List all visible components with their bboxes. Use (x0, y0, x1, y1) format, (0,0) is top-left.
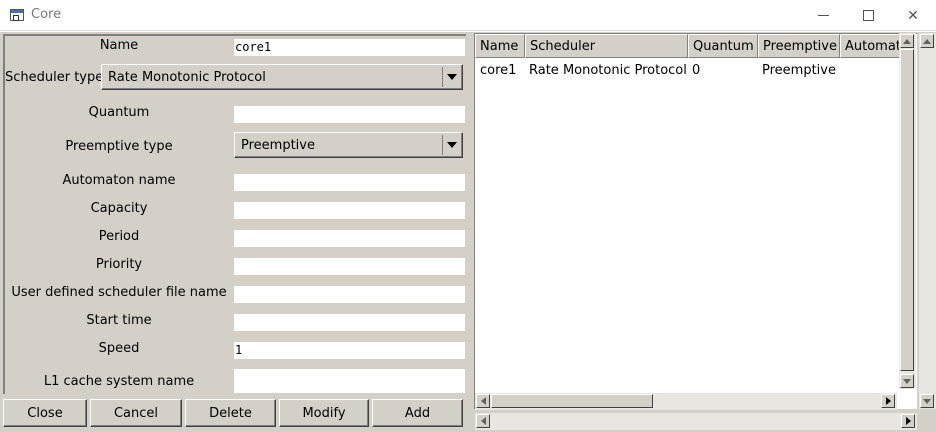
arrow-down-icon (923, 398, 931, 404)
start-time-input[interactable] (234, 314, 465, 331)
scroll-up-button[interactable] (900, 34, 914, 48)
cell-preemptive: Preemptive (762, 63, 836, 78)
chevron-down-icon (446, 142, 457, 148)
arrow-up-icon (903, 38, 911, 44)
scheduler-type-select[interactable]: Rate Monotonic Protocol (101, 64, 463, 90)
scheduler-type-label: Scheduler type (5, 70, 104, 85)
outer-scroll-up-button[interactable] (920, 34, 934, 48)
app-window-icon (10, 9, 24, 21)
scroll-down-button[interactable] (900, 374, 914, 388)
add-button[interactable]: Add (372, 399, 463, 427)
name-input[interactable] (234, 39, 465, 56)
column-header-automaton[interactable]: Automaton (840, 34, 899, 58)
scroll-left-button[interactable] (476, 394, 490, 408)
title-bar: Core ✕ (0, 0, 936, 31)
capacity-input[interactable] (234, 202, 465, 219)
preemptive-type-label: Preemptive type (65, 139, 173, 154)
cell-name: core1 (480, 63, 517, 78)
table-header: Name Scheduler Quantum Preemptive Automa… (475, 34, 899, 58)
outer-scroll-left-button[interactable] (476, 414, 490, 428)
speed-input[interactable] (234, 342, 465, 359)
close-icon: ✕ (907, 7, 919, 24)
modify-button[interactable]: Modify (279, 399, 369, 427)
preemptive-type-dropdown-button[interactable] (442, 135, 460, 155)
l1-cache-label: L1 cache system name (43, 374, 195, 389)
table-horizontal-scrollbar[interactable] (475, 393, 897, 410)
table-vertical-scrollbar[interactable] (899, 33, 916, 389)
automaton-name-label: Automaton name (62, 173, 176, 188)
quantum-input[interactable] (234, 106, 465, 123)
arrow-up-icon (923, 38, 931, 44)
column-header-preemptive[interactable]: Preemptive (758, 34, 840, 58)
chevron-down-icon (446, 74, 457, 80)
column-header-scheduler[interactable]: Scheduler (525, 34, 688, 58)
minimize-icon (817, 15, 829, 16)
outer-horizontal-scrollbar[interactable] (475, 413, 917, 430)
minimize-button[interactable] (800, 0, 846, 31)
user-defined-scheduler-input[interactable] (234, 286, 465, 303)
scroll-right-button[interactable] (881, 394, 895, 408)
period-label: Period (98, 229, 140, 244)
maximize-icon (862, 10, 874, 21)
cell-quantum: 0 (692, 63, 701, 78)
quantum-label: Quantum (88, 105, 150, 120)
preemptive-type-value: Preemptive (241, 138, 315, 153)
close-window-button[interactable]: ✕ (890, 0, 936, 31)
automaton-name-input[interactable] (234, 174, 465, 191)
arrow-right-icon (905, 417, 911, 425)
priority-label: Priority (95, 257, 143, 272)
outer-scroll-down-button[interactable] (920, 394, 934, 408)
speed-label: Speed (98, 341, 140, 356)
column-header-name[interactable]: Name (475, 34, 525, 58)
capacity-label: Capacity (90, 201, 148, 216)
arrow-down-icon (903, 378, 911, 384)
close-button[interactable]: Close (3, 399, 87, 427)
window-title: Core (31, 7, 62, 22)
core-table: Name Scheduler Quantum Preemptive Automa… (474, 33, 917, 409)
scheduler-type-dropdown-button[interactable] (442, 67, 460, 87)
cell-scheduler: Rate Monotonic Protocol (529, 63, 687, 78)
arrow-right-icon (885, 397, 891, 405)
preemptive-type-select[interactable]: Preemptive (234, 132, 463, 158)
scheduler-type-value: Rate Monotonic Protocol (108, 70, 266, 85)
delete-button[interactable]: Delete (185, 399, 276, 427)
cancel-button[interactable]: Cancel (90, 399, 182, 427)
horizontal-scroll-thumb[interactable] (491, 394, 653, 408)
action-button-bar: Close Cancel Delete Modify Add (3, 399, 463, 428)
client-area: Name Scheduler type Rate Monotonic Proto… (0, 32, 936, 432)
name-label: Name (99, 38, 139, 53)
arrow-left-icon (480, 397, 486, 405)
user-defined-scheduler-label: User defined scheduler file name (11, 285, 227, 300)
priority-input[interactable] (234, 258, 465, 275)
l1-cache-input[interactable] (234, 369, 465, 393)
outer-scroll-right-button[interactable] (901, 414, 915, 428)
maximize-button[interactable] (845, 0, 891, 31)
vertical-scroll-thumb[interactable] (900, 49, 914, 371)
core-form-panel: Name Scheduler type Rate Monotonic Proto… (3, 34, 466, 394)
arrow-left-icon (480, 417, 486, 425)
outer-vertical-scrollbar[interactable] (919, 33, 936, 409)
column-header-quantum[interactable]: Quantum (688, 34, 758, 58)
period-input[interactable] (234, 230, 465, 247)
start-time-label: Start time (86, 313, 152, 328)
